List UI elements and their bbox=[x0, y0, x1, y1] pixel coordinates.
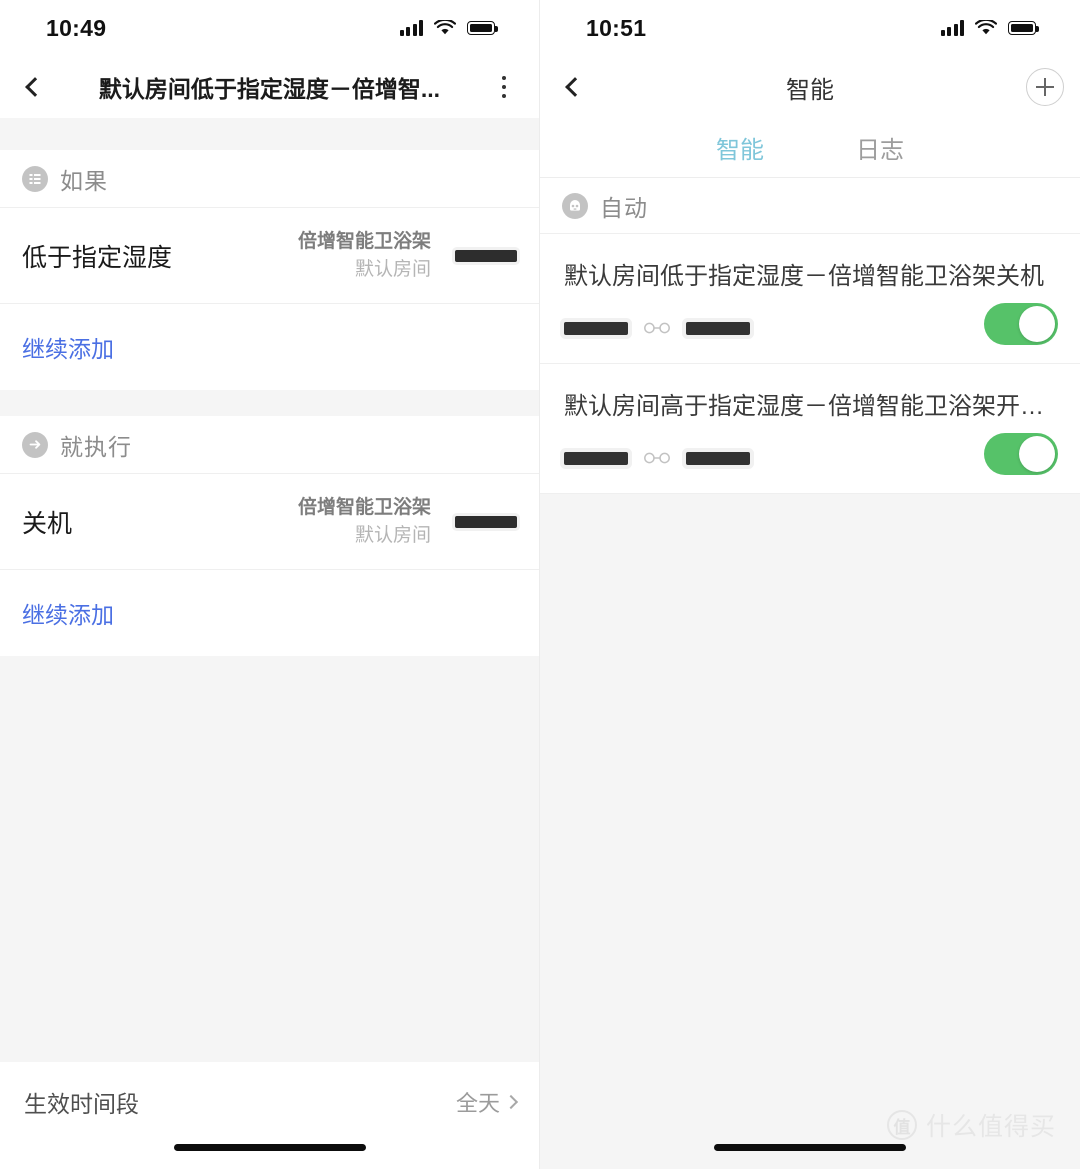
toggle-knob bbox=[1019, 436, 1055, 472]
page-title: 默认房间低于指定湿度－倍增智... bbox=[98, 76, 441, 102]
automation-toggle[interactable] bbox=[984, 433, 1058, 475]
toggle-knob bbox=[1019, 306, 1055, 342]
tab-log[interactable]: 日志 bbox=[810, 130, 950, 165]
right-phone-screen: 10:51 智能 智能 日志 自动 默认房间低于指定湿度－倍增智能卫浴架关机 默… bbox=[540, 0, 1080, 1169]
robot-icon bbox=[562, 192, 588, 219]
action-row[interactable]: 关机 倍增智能卫浴架 默认房间 bbox=[0, 474, 539, 570]
action-room-name: 默认房间 bbox=[354, 524, 431, 546]
condition-meta: 倍增智能卫浴架 默认房间 bbox=[298, 229, 431, 282]
then-section-label: 就执行 bbox=[60, 433, 132, 460]
status-icons bbox=[399, 18, 498, 36]
signal-bars-icon bbox=[940, 20, 964, 36]
effective-time-label: 生效时间段 bbox=[24, 1091, 139, 1117]
status-icons bbox=[940, 18, 1039, 36]
if-condition-card: 如果 低于指定湿度 倍增智能卫浴架 默认房间 继续添加 bbox=[0, 150, 539, 390]
redacted-value-bar bbox=[455, 249, 517, 262]
home-indicator bbox=[714, 1144, 906, 1151]
automation-item[interactable]: 默认房间低于指定湿度－倍增智能卫浴架关机 bbox=[540, 234, 1080, 364]
link-icon bbox=[642, 320, 672, 336]
effective-time-row[interactable]: 生效时间段 全天 bbox=[0, 1062, 539, 1142]
then-add-row[interactable]: 继续添加 bbox=[0, 570, 539, 656]
nav-bar-right: 智能 bbox=[540, 56, 1080, 118]
action-meta: 倍增智能卫浴架 默认房间 bbox=[298, 495, 431, 548]
link-icon bbox=[642, 450, 672, 466]
add-condition-link[interactable]: 继续添加 bbox=[22, 330, 114, 364]
effective-time-value: 全天 bbox=[455, 1091, 500, 1116]
status-time: 10:49 bbox=[46, 14, 107, 41]
battery-icon bbox=[1008, 21, 1039, 35]
if-section-header: 如果 bbox=[0, 150, 539, 208]
chevron-left-icon bbox=[565, 77, 585, 97]
more-vertical-icon bbox=[501, 75, 507, 99]
chevron-left-icon bbox=[25, 77, 45, 97]
watermark: 值 什么值得买 bbox=[886, 1107, 1056, 1143]
if-add-row[interactable]: 继续添加 bbox=[0, 304, 539, 390]
automation-name: 默认房间高于指定湿度－倍增智能卫浴架开启-... bbox=[564, 393, 1058, 420]
condition-row[interactable]: 低于指定湿度 倍增智能卫浴架 默认房间 bbox=[0, 208, 539, 304]
arrow-right-icon bbox=[22, 431, 48, 458]
redacted-trigger-bar bbox=[564, 451, 628, 465]
auto-section-label: 自动 bbox=[600, 194, 648, 221]
action-title: 关机 bbox=[22, 509, 73, 538]
if-section-label: 如果 bbox=[60, 167, 108, 194]
redacted-action-bar bbox=[686, 451, 750, 465]
chevron-right-icon bbox=[503, 1094, 519, 1110]
then-action-card: 就执行 关机 倍增智能卫浴架 默认房间 继续添加 bbox=[0, 416, 539, 656]
plus-circle-icon bbox=[1026, 68, 1064, 106]
battery-icon bbox=[467, 21, 498, 35]
effective-time-bar: 生效时间段 全天 bbox=[0, 1062, 539, 1169]
action-device-name: 倍增智能卫浴架 bbox=[297, 496, 431, 518]
condition-title: 低于指定湿度 bbox=[22, 243, 173, 272]
section-gap-middle bbox=[0, 390, 539, 416]
tab-bar: 智能 日志 bbox=[540, 118, 1080, 178]
home-indicator bbox=[174, 1144, 366, 1151]
redacted-action-bar bbox=[686, 321, 750, 335]
add-scene-button[interactable] bbox=[1010, 56, 1080, 118]
status-bar-right: 10:51 bbox=[540, 0, 1080, 56]
automation-name: 默认房间低于指定湿度－倍增智能卫浴架关机 bbox=[564, 263, 1044, 290]
nav-bar-left: 默认房间低于指定湿度－倍增智... bbox=[0, 56, 539, 118]
page-title: 智能 bbox=[786, 76, 834, 104]
effective-time-value-wrap[interactable]: 全天 bbox=[455, 1086, 519, 1118]
back-button[interactable] bbox=[540, 56, 610, 118]
redacted-trigger-bar bbox=[564, 321, 628, 335]
watermark-logo-icon: 值 bbox=[886, 1110, 917, 1140]
automation-item[interactable]: 默认房间高于指定湿度－倍增智能卫浴架开启-... bbox=[540, 364, 1080, 494]
section-gap-top bbox=[0, 118, 539, 150]
wifi-icon bbox=[434, 18, 456, 36]
condition-device-name: 倍增智能卫浴架 bbox=[297, 230, 431, 252]
left-phone-screen: 10:49 默认房间低于指定湿度－倍增智... 如果 低于指定湿度 倍增智能卫浴… bbox=[0, 0, 540, 1169]
back-button[interactable] bbox=[0, 56, 70, 118]
condition-room-name: 默认房间 bbox=[354, 258, 431, 280]
auto-section-header: 自动 bbox=[540, 178, 1080, 234]
status-bar-left: 10:49 bbox=[0, 0, 539, 56]
redacted-value-bar bbox=[455, 515, 517, 528]
list-icon bbox=[22, 165, 48, 192]
then-section-header: 就执行 bbox=[0, 416, 539, 474]
signal-bars-icon bbox=[399, 20, 423, 36]
add-action-link[interactable]: 继续添加 bbox=[22, 596, 114, 630]
automation-toggle[interactable] bbox=[984, 303, 1058, 345]
tab-smart[interactable]: 智能 bbox=[670, 130, 810, 165]
status-time: 10:51 bbox=[586, 14, 647, 41]
watermark-text: 什么值得买 bbox=[925, 1113, 1056, 1141]
wifi-icon bbox=[975, 18, 997, 36]
screenshot-pair: 10:49 默认房间低于指定湿度－倍增智... 如果 低于指定湿度 倍增智能卫浴… bbox=[0, 0, 1080, 1169]
more-options-button[interactable] bbox=[469, 56, 539, 118]
